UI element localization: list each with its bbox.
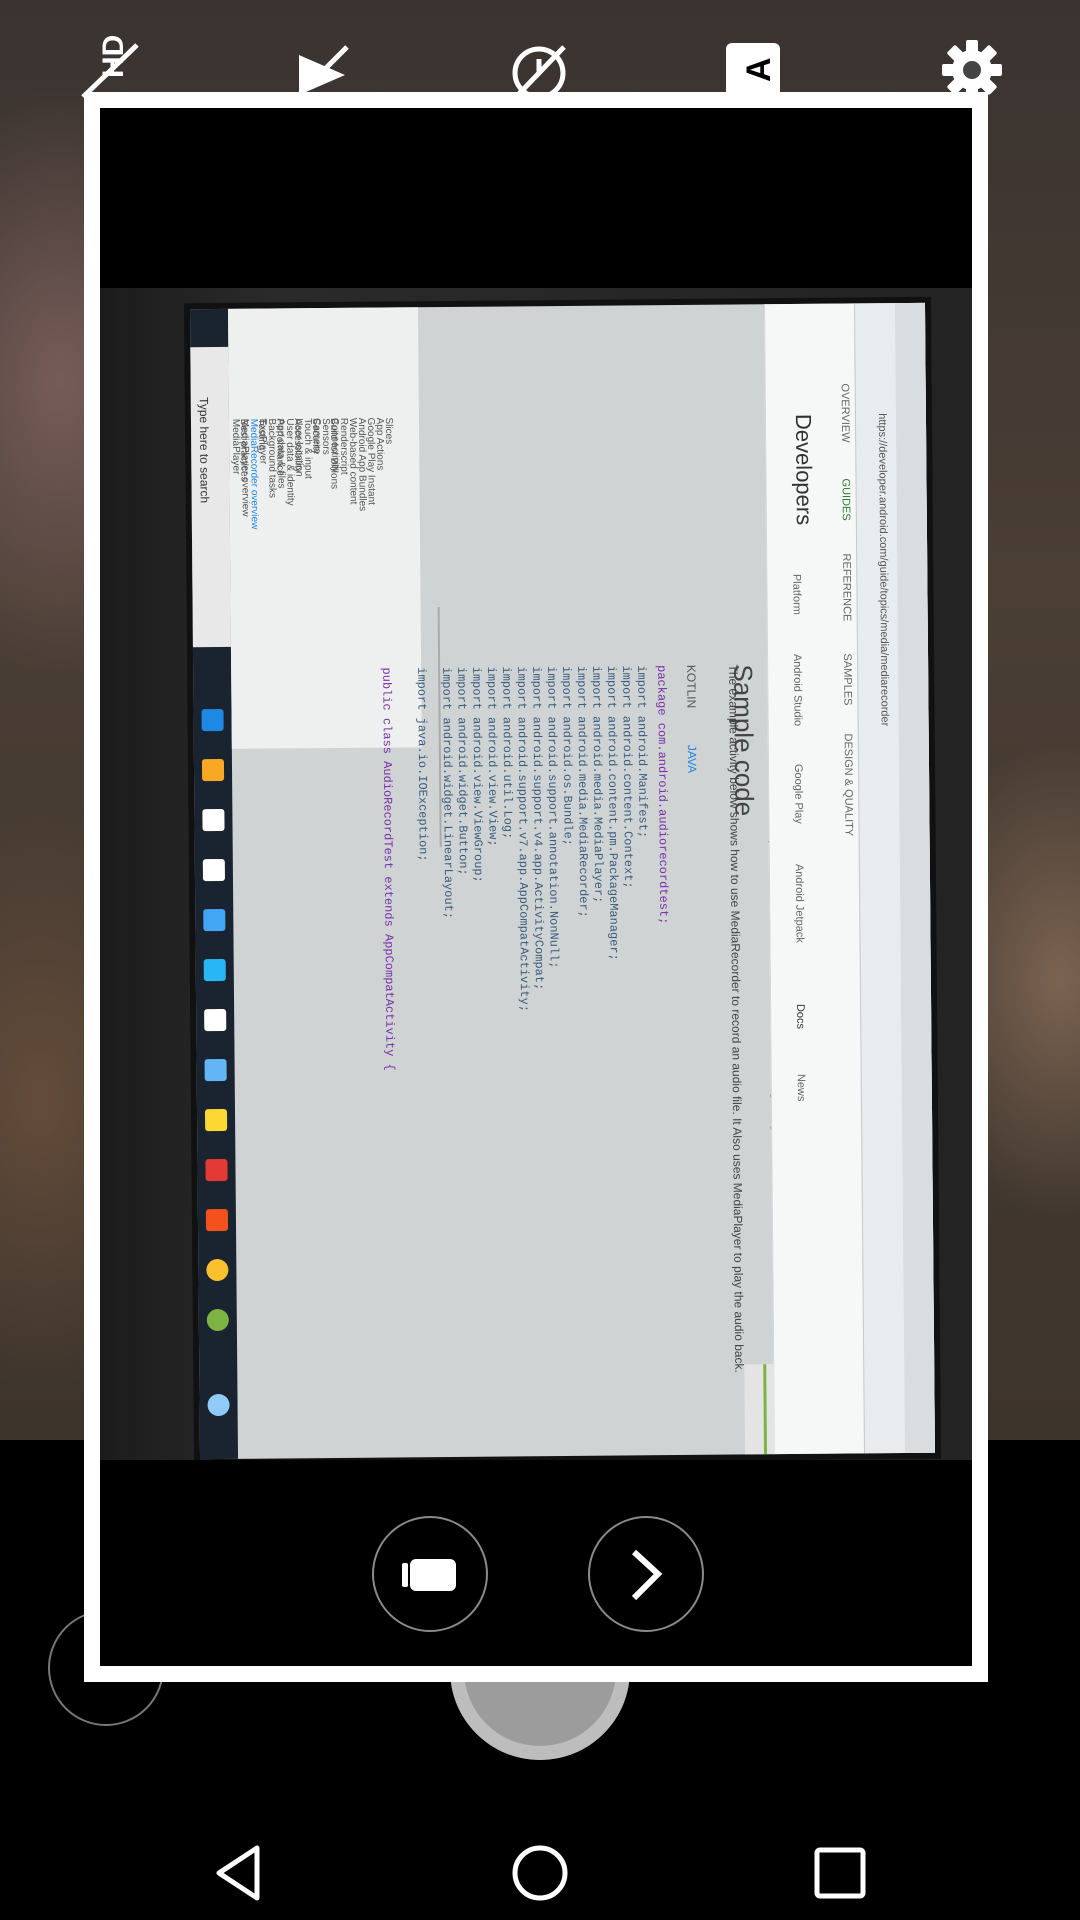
home-icon: [512, 1845, 568, 1901]
code-line: import android.support.v4.app.ActivityCo…: [529, 666, 546, 991]
photo-top-tab: Platform: [790, 573, 803, 615]
photo-dev-tab: REFERENCE: [840, 553, 853, 622]
svg-text:A: A: [740, 57, 778, 82]
photo-lang-tab-kotlin: KOTLIN: [684, 664, 699, 709]
edge-icon: [201, 708, 224, 732]
android-studio-icon: [206, 1308, 229, 1332]
photo-url: https://developer.android.com/guide/topi…: [875, 413, 891, 727]
photo-monitor-screen: Type here to search Best practices Testi…: [189, 302, 936, 1460]
mail-icon: [204, 1008, 227, 1032]
store-icon: [202, 808, 225, 832]
back-button[interactable]: [205, 1838, 275, 1908]
photo-docs-content: Sample code The Android MediaRecorder sa…: [379, 304, 786, 1457]
code-line: import android.media.MediaRecorder;: [574, 665, 591, 918]
chrome-icon: [206, 1258, 229, 1282]
photo-dev-tab: GUIDES: [839, 478, 852, 521]
code-line: import android.widget.LinearLayout;: [439, 666, 456, 920]
slack-icon: [205, 1158, 228, 1182]
photo-search-text: Type here to search: [196, 397, 212, 504]
photo-dev-tab: DESIGN & QUALITY: [841, 733, 855, 837]
code-line: import android.support.v7.app.AppCompatA…: [514, 666, 532, 1013]
photo-tab-strip: [894, 302, 936, 1454]
system-navigation-bar: [0, 1820, 1080, 1920]
code-line: package com.android.audiorecordtest;: [654, 665, 671, 925]
word-icon: [204, 1058, 227, 1082]
photo-top-tab: Google Play: [791, 763, 805, 824]
vscode-icon: [203, 958, 226, 982]
code-line: import java.io.IOException;: [414, 667, 430, 862]
rotate-button[interactable]: [372, 1516, 488, 1632]
photo-dev-header: Developers OVERVIEW GUIDES REFERENCE SAM…: [763, 303, 866, 1455]
code-line: import android.content.Context;: [619, 665, 636, 889]
file-explorer-icon: [201, 758, 225, 782]
captured-photo: Type here to search Best practices Testi…: [100, 288, 972, 1460]
photo-review-dialog: Type here to search Best practices Testi…: [84, 92, 988, 1682]
code-line: import android.view.ViewGroup;: [469, 666, 486, 883]
code-line: import android.util.Log;: [499, 666, 515, 840]
photo-top-tab: News: [794, 1073, 807, 1102]
photo-top-tab: Android Studio: [791, 653, 804, 727]
code-line: import android.Manifest;: [634, 665, 650, 839]
notes-icon: [204, 1108, 228, 1132]
code-line: import android.support.annotation.NonNul…: [544, 666, 561, 969]
next-button[interactable]: [588, 1516, 704, 1632]
dropbox-icon: [203, 908, 226, 932]
code-line: import android.os.Bundle;: [559, 665, 575, 847]
photo-search-box: Type here to search: [190, 346, 231, 648]
photo-browser-chrome: https://developer.android.com/guide/topi…: [853, 302, 936, 1454]
code-line: import android.content.pm.PackageManager…: [604, 665, 621, 961]
home-button[interactable]: [505, 1838, 575, 1908]
photo-dev-logo: Developers: [790, 413, 817, 526]
code-line: import android.media.MediaPlayer;: [589, 665, 606, 904]
photo-right-rail: [744, 1364, 776, 1455]
recents-button[interactable]: [805, 1838, 875, 1908]
photo-top-tab: Docs: [794, 1003, 807, 1030]
photo-dev-tab: SAMPLES: [841, 653, 854, 706]
sidebar-item: Slices: [382, 417, 395, 445]
photo-lang-tab-java: JAVA: [684, 744, 700, 774]
back-icon: [216, 1845, 260, 1901]
tray-icon: [207, 1393, 230, 1417]
recents-icon: [814, 1847, 866, 1899]
amazon-icon: [202, 858, 225, 882]
rotate-icon: [402, 1559, 456, 1591]
chevron-right-icon: [631, 1549, 663, 1601]
app-icon: [205, 1208, 229, 1232]
code-line: import android.view.View;: [484, 666, 500, 847]
code-line: import android.widget.Button;: [454, 666, 470, 876]
photo-dev-tab: OVERVIEW: [838, 383, 852, 443]
photo-top-tab: Android Jetpack: [792, 863, 806, 943]
